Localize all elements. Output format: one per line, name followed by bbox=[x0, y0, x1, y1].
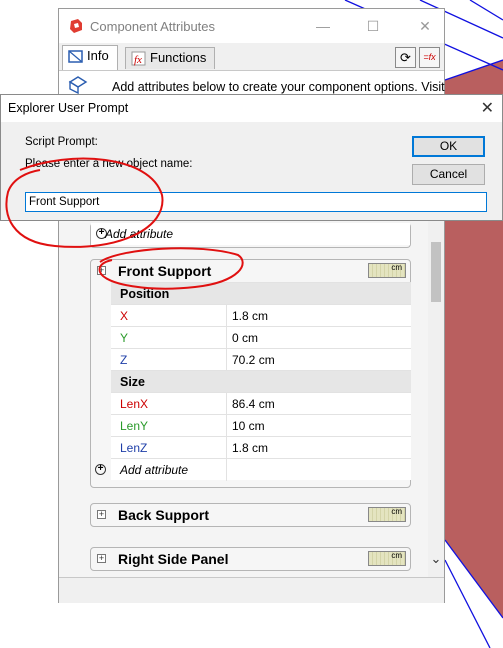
sketchup-logo-icon bbox=[70, 19, 82, 33]
tab-info-label: Info bbox=[87, 48, 109, 63]
cancel-button[interactable]: Cancel bbox=[412, 164, 485, 185]
add-attribute-value-cell bbox=[226, 459, 232, 481]
attribute-label: LenY bbox=[120, 419, 149, 433]
dialog-close-button[interactable]: ✕ bbox=[481, 98, 494, 118]
group-name: Size bbox=[120, 375, 146, 389]
attribute-row-x[interactable]: X 1.8 cm bbox=[111, 304, 411, 327]
attribute-value[interactable]: 70.2 cm bbox=[226, 349, 275, 371]
explorer-user-prompt-dialog: Explorer User Prompt ✕ Script Prompt: Pl… bbox=[0, 94, 503, 221]
previous-panel: + Add attribute bbox=[90, 223, 411, 248]
unit-toggle-button[interactable]: cm bbox=[368, 551, 406, 566]
tab-bar: Info fx Functions ⟳ =fx bbox=[59, 43, 444, 70]
attribute-label: LenZ bbox=[120, 441, 148, 455]
panel-header[interactable]: + Front Support cm bbox=[91, 260, 410, 282]
add-attribute-row[interactable]: + Add attribute bbox=[95, 458, 411, 481]
maximize-button[interactable]: ☐ bbox=[355, 13, 391, 39]
attribute-value[interactable]: 1.8 cm bbox=[226, 305, 268, 327]
scroll-down-icon[interactable]: ⌄ bbox=[429, 552, 443, 566]
attribute-value[interactable]: 0 cm bbox=[226, 327, 258, 349]
tab-functions-label: Functions bbox=[150, 50, 207, 65]
add-attribute-label[interactable]: Add attribute bbox=[120, 463, 188, 477]
attribute-value[interactable]: 86.4 cm bbox=[226, 393, 275, 415]
attribute-row-y[interactable]: Y 0 cm bbox=[111, 326, 411, 349]
script-prompt-label: Script Prompt: bbox=[25, 136, 98, 148]
attribute-value[interactable]: 1.8 cm bbox=[226, 437, 268, 459]
panel-right-side-panel: + Right Side Panel cm bbox=[90, 547, 411, 571]
attribute-row-z[interactable]: Z 70.2 cm bbox=[111, 348, 411, 371]
unit-toggle-button[interactable]: cm bbox=[368, 263, 406, 278]
group-header-size: Size bbox=[111, 370, 411, 392]
panel-title: Back Support bbox=[118, 507, 210, 523]
functions-tab-icon: fx bbox=[131, 51, 146, 66]
panel-header[interactable]: + Back Support cm bbox=[91, 504, 410, 526]
formula-button[interactable]: =fx bbox=[419, 47, 440, 68]
viewport-edge-line bbox=[469, 0, 503, 21]
dialog-titlebar[interactable]: Explorer User Prompt ✕ bbox=[1, 95, 502, 122]
panel-header[interactable]: + Right Side Panel cm bbox=[91, 548, 410, 570]
tab-info[interactable]: Info bbox=[62, 45, 118, 70]
add-attribute-row[interactable]: + Add attribute bbox=[91, 223, 410, 245]
expander-icon[interactable]: + bbox=[97, 554, 106, 563]
window-status-bar bbox=[59, 577, 444, 603]
dialog-title: Explorer User Prompt bbox=[8, 101, 129, 115]
window-titlebar[interactable]: Component Attributes — ☐ ✕ bbox=[59, 9, 444, 43]
attribute-row-lenx[interactable]: LenX 86.4 cm bbox=[111, 392, 411, 415]
panel-back-support: + Back Support cm bbox=[90, 503, 411, 527]
window-title: Component Attributes bbox=[90, 19, 216, 34]
attribute-label: Z bbox=[120, 353, 128, 367]
group-header-position: Position bbox=[111, 282, 411, 304]
attribute-table: Position X 1.8 cm Y 0 cm Z 70.2 cm Size bbox=[95, 282, 411, 481]
panel-title: Front Support bbox=[118, 263, 212, 279]
add-attribute-icon[interactable]: + bbox=[95, 464, 106, 475]
object-name-input[interactable] bbox=[25, 192, 487, 212]
panel-title: Right Side Panel bbox=[118, 551, 229, 567]
scrollbar-thumb[interactable] bbox=[431, 242, 441, 302]
close-button[interactable]: ✕ bbox=[407, 13, 443, 39]
expander-icon[interactable]: + bbox=[97, 266, 106, 275]
svg-text:fx: fx bbox=[134, 54, 142, 66]
attribute-label: X bbox=[120, 309, 129, 323]
attribute-label: Y bbox=[120, 331, 129, 345]
tab-functions[interactable]: fx Functions bbox=[125, 47, 215, 69]
refresh-button[interactable]: ⟳ bbox=[395, 47, 416, 68]
expander-icon[interactable]: + bbox=[97, 510, 106, 519]
unit-toggle-button[interactable]: cm bbox=[368, 507, 406, 522]
info-text: Add attributes below to create your comp… bbox=[112, 80, 445, 94]
component-info-icon bbox=[68, 76, 88, 94]
attribute-row-leny[interactable]: LenY 10 cm bbox=[111, 414, 411, 437]
group-name: Position bbox=[120, 287, 170, 301]
ok-button[interactable]: OK bbox=[412, 136, 485, 157]
attribute-row-lenz[interactable]: LenZ 1.8 cm bbox=[111, 436, 411, 459]
minimize-button[interactable]: — bbox=[305, 13, 341, 39]
panel-front-support: + Front Support cm Position X 1.8 cm Y 0… bbox=[90, 259, 411, 488]
info-tab-icon bbox=[68, 50, 83, 63]
instruction-label: Please enter a new object name: bbox=[25, 158, 193, 170]
add-attribute-label[interactable]: Add attribute bbox=[105, 227, 173, 241]
attribute-label: LenX bbox=[120, 397, 149, 411]
attribute-value[interactable]: 10 cm bbox=[226, 415, 265, 437]
